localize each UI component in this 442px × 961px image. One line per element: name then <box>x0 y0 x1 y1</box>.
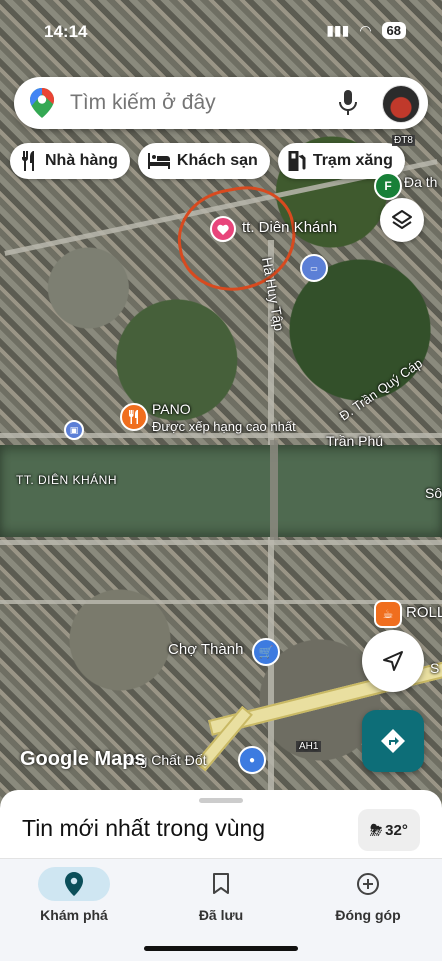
weather-icon: ⛈ <box>370 821 383 839</box>
map-label-dt8: ĐT8 <box>392 135 415 146</box>
layers-button[interactable] <box>380 198 424 242</box>
bridge <box>270 440 278 540</box>
restaurant-icon <box>21 151 34 171</box>
directions-icon <box>381 729 405 753</box>
chip-restaurants[interactable]: Nhà hàng <box>10 143 130 179</box>
add-circle-icon <box>357 873 379 895</box>
chip-label: Trạm xăng <box>312 152 393 169</box>
bus-stop-icon[interactable]: ▣ <box>64 420 84 440</box>
google-maps-logo: Google Maps <box>20 748 146 770</box>
map-label-ah1: AH1 <box>296 741 322 752</box>
map-label-dien-khanh[interactable]: tt. Diên Khánh <box>242 219 337 236</box>
navigation-arrow-icon <box>383 651 403 671</box>
tab-label: Đã lưu <box>198 907 244 923</box>
status-icons: ▮▮▮ ◠ 68 <box>326 22 406 39</box>
avatar[interactable] <box>382 85 420 123</box>
google-maps-pin-icon <box>30 88 54 118</box>
tab-saved[interactable]: Đã lưu <box>151 867 291 923</box>
category-chips: Nhà hàng Khách sạn Trạm xăng <box>10 143 405 179</box>
road <box>0 540 442 545</box>
active-tab-indicator <box>38 867 110 901</box>
temperature: 32° <box>385 821 408 839</box>
directions-button[interactable] <box>362 710 424 772</box>
layers-icon <box>392 210 412 229</box>
weather-badge[interactable]: ⛈ 32° <box>358 809 420 851</box>
news-title[interactable]: Tin mới nhất trong vùng <box>22 815 265 842</box>
tab-explore[interactable]: Khám phá <box>4 867 144 923</box>
map-label-tt-dien-khanh: TT. DIÊN KHÁNH <box>16 473 118 487</box>
tab-label: Khám phá <box>40 907 108 923</box>
river <box>0 445 442 537</box>
sheet-drag-handle[interactable] <box>199 798 243 803</box>
chip-hotels[interactable]: Khách sạn <box>137 143 270 179</box>
home-indicator <box>144 946 298 951</box>
bookmark-icon <box>213 873 229 894</box>
signal-icon: ▮▮▮ <box>326 22 350 38</box>
map-label-cho-thanh[interactable]: Chợ Thành <box>168 641 243 658</box>
wifi-icon: ◠ <box>359 22 372 38</box>
map-label-tran-phu: Trần Phú <box>326 433 384 449</box>
map-label-da-th: Đa th <box>404 174 438 190</box>
shopping-cart-poi-icon[interactable]: 🛒 <box>252 638 280 666</box>
search-input[interactable] <box>68 90 322 116</box>
map-label-s: S <box>430 660 440 676</box>
heart-poi-icon[interactable] <box>210 216 236 242</box>
gas-station-poi-icon[interactable]: F <box>374 172 402 200</box>
my-location-button[interactable] <box>362 630 424 692</box>
status-time: 14:14 <box>44 22 88 41</box>
cafe-poi-icon[interactable]: ☕ <box>374 600 402 628</box>
hotel-icon <box>147 153 170 169</box>
restaurant-poi-icon[interactable] <box>120 403 148 431</box>
tab-contribute[interactable]: Đóng góp <box>298 867 438 923</box>
status-bar: 14:14 ▮▮▮ ◠ 68 <box>0 0 442 62</box>
map-label-pano-rating: Được xếp hạng cao nhất <box>152 419 296 434</box>
search-bar[interactable] <box>14 77 428 129</box>
building-poi-icon[interactable]: ▭ <box>300 254 328 282</box>
gas-station-icon <box>288 151 306 171</box>
map-label-so: Sô <box>425 485 442 501</box>
explore-pin-icon <box>65 872 83 896</box>
chip-label: Khách sạn <box>176 152 258 169</box>
chip-label: Nhà hàng <box>45 152 118 169</box>
microphone-icon[interactable] <box>338 89 358 117</box>
store-poi-icon[interactable]: ● <box>238 746 266 774</box>
battery-icon: 68 <box>381 22 406 39</box>
tab-label: Đóng góp <box>335 907 401 923</box>
map-label-pano[interactable]: PANO <box>152 401 191 417</box>
map-label-roll[interactable]: ROLL <box>406 604 442 621</box>
